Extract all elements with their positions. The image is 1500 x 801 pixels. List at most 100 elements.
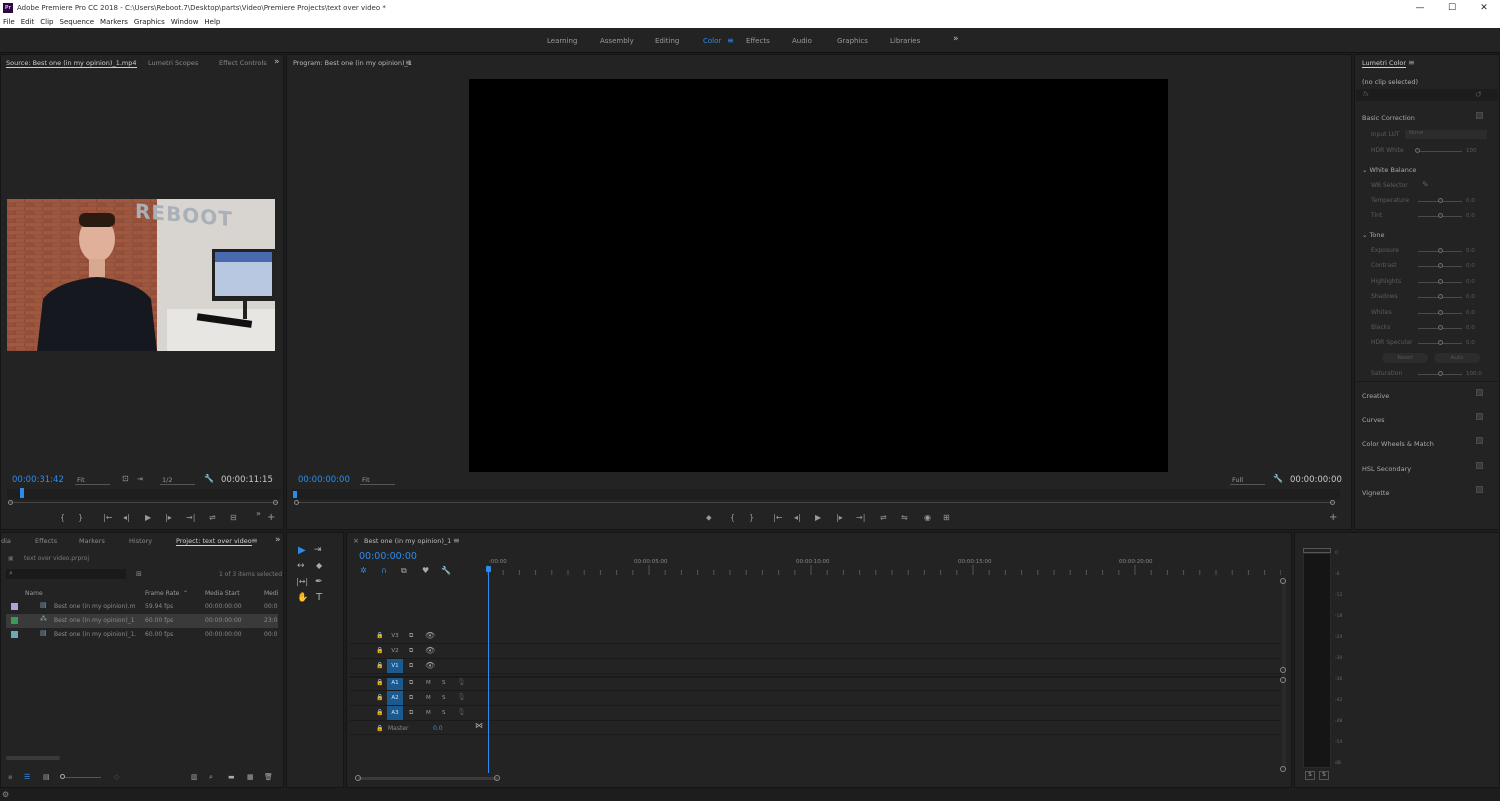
source-zoom-bar[interactable] (10, 502, 278, 503)
section-color-wheels[interactable]: Color Wheels & Match (1362, 440, 1434, 448)
section-tone[interactable]: ⌄ Tone (1362, 231, 1384, 239)
tone-row-value[interactable]: 0.0 (1466, 325, 1475, 331)
tab-program[interactable]: Program: Best one (in my opinion)_1 (293, 59, 412, 67)
tone-row-knob[interactable] (1438, 325, 1443, 330)
menu-markers[interactable]: Markers (97, 18, 131, 26)
source-zoom-handle-left[interactable] (8, 500, 13, 505)
wb-row-value[interactable]: 0.0 (1466, 213, 1475, 219)
source-add-button[interactable]: + (267, 512, 275, 523)
ripple-edit-tool-icon[interactable]: ↔ (297, 561, 305, 571)
track-lock-icon[interactable]: 🔒 (376, 632, 383, 639)
close-sequence-icon[interactable]: × (353, 537, 359, 545)
column-media-start[interactable]: Media Start (205, 590, 240, 597)
workspace-menu-icon[interactable]: ≡ (727, 36, 734, 45)
color-wheels-checkbox[interactable] (1476, 437, 1483, 444)
project-more-icon[interactable]: » (275, 535, 281, 545)
program-quality-dropdown[interactable]: Full (1230, 476, 1265, 485)
label-color-swatch[interactable] (11, 617, 18, 624)
source-playhead[interactable] (20, 488, 24, 498)
source-resolution-dropdown[interactable]: 1/2 (160, 476, 195, 485)
source-step-forward-button[interactable]: |▸ (165, 513, 172, 522)
solo-button[interactable]: S (442, 680, 446, 686)
menu-graphics[interactable]: Graphics (131, 18, 168, 26)
slip-tool-icon[interactable]: |↔| (296, 577, 308, 586)
program-video-frame[interactable] (469, 79, 1168, 472)
sync-lock-icon[interactable]: ⧉ (409, 647, 413, 655)
vscroll-handle-top[interactable] (1280, 578, 1286, 584)
eye-icon[interactable]: 👁 (425, 631, 435, 640)
hsl-secondary-checkbox[interactable] (1476, 462, 1483, 469)
wb-row-value[interactable]: 0.0 (1466, 198, 1475, 204)
clip-name[interactable]: Best one (in my opinion).m (54, 603, 135, 610)
video-audio-divider[interactable] (350, 676, 1281, 678)
hdr-white-slider[interactable] (1418, 151, 1462, 152)
program-play-button[interactable]: ▶ (815, 513, 821, 522)
track-lock-icon[interactable]: 🔒 (376, 647, 383, 654)
input-lut-dropdown[interactable]: None (1405, 130, 1487, 139)
vscroll-handle-bottom[interactable] (1280, 766, 1286, 772)
list-item[interactable]: ▤ Best one (in my opinion)_1. 60.00 fps 00:… (6, 628, 278, 642)
tone-row-knob[interactable] (1438, 248, 1443, 253)
program-mark-out-button[interactable]: } (749, 513, 754, 522)
program-fit-dropdown[interactable]: Fit (360, 476, 395, 485)
source-insert-button[interactable]: ⇌ (209, 513, 216, 522)
track-lock-icon[interactable]: 🔒 (376, 662, 383, 669)
section-creative[interactable]: Creative (1362, 392, 1389, 400)
tone-row-value[interactable]: 0.0 (1466, 340, 1475, 346)
track-lock-icon[interactable]: 🔒 (376, 709, 383, 716)
list-item[interactable]: ⁂ Best one (in my opinion)_1 60.00 fps 00:0… (6, 614, 278, 628)
wb-row-knob[interactable] (1438, 198, 1443, 203)
master-end-icon[interactable]: ⋈ (475, 721, 483, 730)
tone-row-value[interactable]: 0.0 (1466, 279, 1475, 285)
mute-button[interactable]: M (426, 680, 431, 686)
workspace-assembly[interactable]: Assembly (600, 37, 634, 45)
timeline-master-track[interactable] (350, 721, 1281, 735)
sync-lock-icon[interactable]: ⧉ (409, 694, 413, 702)
solo-right-button[interactable]: S (1319, 771, 1329, 780)
timeline-audio-track[interactable] (350, 676, 1281, 691)
list-view-icon[interactable]: ☰ (24, 773, 30, 781)
timeline-horizontal-scrollbar[interactable] (358, 777, 498, 780)
timeline-timecode[interactable]: 00:00:00:00 (359, 551, 417, 562)
program-playhead[interactable] (293, 491, 297, 498)
column-frame-rate[interactable]: Frame Rate (145, 590, 179, 597)
tone-row-knob[interactable] (1438, 309, 1443, 315)
menu-window[interactable]: Window (168, 18, 202, 26)
saturation-knob[interactable] (1438, 371, 1443, 376)
maximize-button[interactable]: ☐ (1436, 0, 1468, 16)
program-add-marker-button[interactable]: ⬥ (706, 513, 712, 523)
hscroll-handle-left[interactable] (355, 775, 361, 781)
hdr-white-value[interactable]: 100 (1466, 148, 1477, 154)
find-icon[interactable]: ⌕ (209, 773, 213, 782)
workspace-audio[interactable]: Audio (792, 37, 812, 45)
menu-sequence[interactable]: Sequence (57, 18, 98, 26)
label-color-swatch[interactable] (11, 631, 18, 638)
source-zoom-handle-right[interactable] (273, 500, 278, 505)
razor-tool-icon[interactable]: ◆ (316, 561, 322, 570)
menu-clip[interactable]: Clip (37, 18, 56, 26)
vscroll-handle-mid2[interactable] (1280, 677, 1286, 683)
project-horizontal-scrollbar[interactable] (6, 756, 60, 760)
program-zoom-handle-left[interactable] (294, 500, 299, 505)
workspace-libraries[interactable]: Libraries (890, 37, 920, 45)
reset-icon[interactable]: ↺ (1475, 90, 1482, 99)
pen-tool-icon[interactable]: ✒ (315, 577, 323, 587)
source-go-to-in-button[interactable]: |← (103, 513, 112, 522)
program-step-back-button[interactable]: ◂| (794, 513, 801, 522)
trash-icon[interactable]: 🗑 (264, 773, 273, 781)
track-select-tool-icon[interactable]: ⇥ (314, 545, 322, 555)
clip-name[interactable]: Best one (in my opinion)_1. (54, 631, 136, 638)
timeline-settings-icon[interactable]: 🔧 (441, 566, 451, 575)
program-current-timecode[interactable]: 00:00:00:00 (298, 475, 350, 485)
timeline-audio-track[interactable] (350, 691, 1281, 706)
timeline-video-track[interactable] (350, 629, 1281, 644)
vignette-checkbox[interactable] (1476, 486, 1483, 493)
program-mark-in-button[interactable]: { (730, 513, 735, 522)
basic-correction-checkbox[interactable] (1476, 112, 1483, 119)
timeline-ruler[interactable] (487, 557, 1281, 575)
lumetri-clip-selector[interactable]: (no clip selected) (1362, 78, 1418, 86)
timeline-vertical-scrollbar[interactable] (1282, 580, 1286, 770)
automate-to-sequence-icon[interactable]: ▥ (191, 773, 198, 781)
workspace-color[interactable]: Color (703, 37, 721, 45)
source-fit-dropdown[interactable]: Fit (75, 476, 110, 485)
